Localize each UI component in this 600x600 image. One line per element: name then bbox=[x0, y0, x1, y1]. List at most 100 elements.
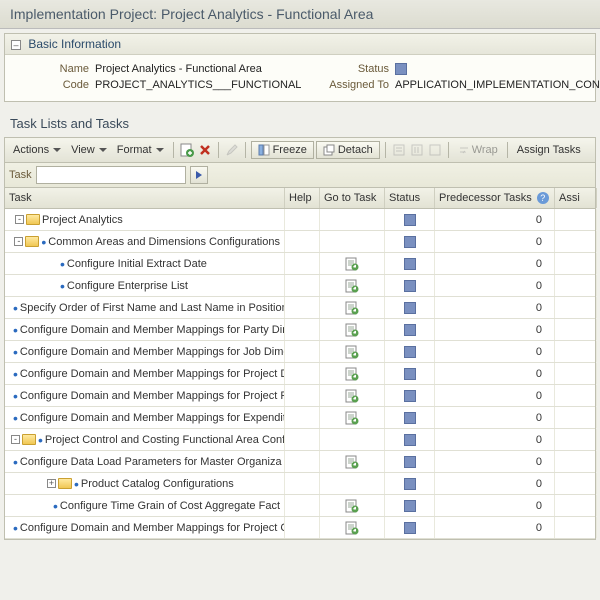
bullet-icon: • bbox=[13, 347, 18, 357]
task-cell: •Configure Domain and Member Mappings fo… bbox=[5, 385, 285, 406]
table-row[interactable]: •Specify Order of First Name and Last Na… bbox=[5, 297, 595, 319]
table-row[interactable]: •Configure Domain and Member Mappings fo… bbox=[5, 517, 595, 539]
goto-task-icon[interactable] bbox=[345, 301, 359, 315]
separator bbox=[173, 142, 174, 158]
assigned-cell bbox=[555, 341, 597, 362]
task-cell: •Configure Domain and Member Mappings fo… bbox=[5, 341, 285, 362]
col-assigned[interactable]: Assi bbox=[555, 188, 597, 208]
collapse-icon[interactable]: - bbox=[11, 435, 20, 444]
goto-task-icon[interactable] bbox=[345, 279, 359, 293]
goto-cell[interactable] bbox=[320, 275, 385, 296]
goto-cell[interactable] bbox=[320, 319, 385, 340]
goto-cell[interactable] bbox=[320, 451, 385, 472]
status-indicator-icon bbox=[404, 412, 416, 424]
goto-cell bbox=[320, 209, 385, 230]
goto-task-icon[interactable] bbox=[345, 345, 359, 359]
task-filter-input[interactable] bbox=[36, 166, 186, 184]
filter-go-button[interactable] bbox=[190, 166, 208, 184]
col-status[interactable]: Status bbox=[385, 188, 435, 208]
bullet-icon: • bbox=[41, 237, 46, 247]
col-help[interactable]: Help bbox=[285, 188, 320, 208]
table-row[interactable]: •Configure Domain and Member Mappings fo… bbox=[5, 319, 595, 341]
status-cell bbox=[385, 385, 435, 406]
goto-task-icon[interactable] bbox=[345, 499, 359, 513]
bullet-icon: • bbox=[13, 303, 18, 313]
goto-task-icon[interactable] bbox=[345, 411, 359, 425]
table-row[interactable]: +•Product Catalog Configurations0 bbox=[5, 473, 595, 495]
collapse-icon[interactable]: – bbox=[11, 40, 21, 50]
goto-task-icon[interactable] bbox=[345, 455, 359, 469]
assigned-cell bbox=[555, 253, 597, 274]
table-row[interactable]: •Configure Enterprise List0 bbox=[5, 275, 595, 297]
task-cell: -•Project Control and Costing Functional… bbox=[5, 429, 285, 450]
status-indicator-icon bbox=[404, 500, 416, 512]
task-label: Configure Domain and Member Mappings for… bbox=[20, 390, 285, 402]
task-label: Common Areas and Dimensions Configuratio… bbox=[48, 236, 280, 248]
goto-task-icon[interactable] bbox=[345, 521, 359, 535]
help-cell bbox=[285, 319, 320, 340]
expand-icon[interactable]: + bbox=[47, 479, 56, 488]
table-row[interactable]: -•Project Control and Costing Functional… bbox=[5, 429, 595, 451]
delete-icon[interactable] bbox=[197, 142, 213, 158]
table-row[interactable]: •Configure Initial Extract Date0 bbox=[5, 253, 595, 275]
separator bbox=[448, 142, 449, 158]
collapse-all-icon bbox=[409, 142, 425, 158]
expand-all-icon bbox=[391, 142, 407, 158]
basic-info-header[interactable]: – Basic Information bbox=[5, 34, 595, 55]
table-row[interactable]: •Configure Domain and Member Mappings fo… bbox=[5, 341, 595, 363]
table-row[interactable]: -Project Analytics0 bbox=[5, 209, 595, 231]
col-goto[interactable]: Go to Task bbox=[320, 188, 385, 208]
status-indicator-icon bbox=[404, 280, 416, 292]
goto-task-icon[interactable] bbox=[345, 323, 359, 337]
collapse-icon[interactable]: - bbox=[14, 237, 23, 246]
predecessor-cell: 0 bbox=[435, 429, 555, 450]
assigned-cell bbox=[555, 275, 597, 296]
table-row[interactable]: •Configure Time Grain of Cost Aggregate … bbox=[5, 495, 595, 517]
freeze-button[interactable]: Freeze bbox=[251, 141, 314, 159]
table-row[interactable]: •Configure Domain and Member Mappings fo… bbox=[5, 385, 595, 407]
goto-task-icon[interactable] bbox=[345, 367, 359, 381]
goto-cell[interactable] bbox=[320, 517, 385, 538]
goto-cell[interactable] bbox=[320, 385, 385, 406]
detach-button[interactable]: Detach bbox=[316, 141, 380, 159]
status-cell bbox=[385, 407, 435, 428]
help-icon[interactable]: ? bbox=[537, 192, 549, 204]
col-predecessor[interactable]: Predecessor Tasks ? bbox=[435, 188, 555, 208]
task-cell: -Project Analytics bbox=[5, 209, 285, 230]
goto-task-icon[interactable] bbox=[345, 257, 359, 271]
status-indicator-icon bbox=[404, 522, 416, 534]
assign-tasks-button[interactable]: Assign Tasks bbox=[513, 142, 585, 158]
goto-cell[interactable] bbox=[320, 341, 385, 362]
goto-cell bbox=[320, 429, 385, 450]
table-row[interactable]: - •Common Areas and Dimensions Configurat… bbox=[5, 231, 595, 253]
separator bbox=[218, 142, 219, 158]
status-indicator-icon bbox=[404, 214, 416, 226]
table-row[interactable]: •Configure Domain and Member Mappings fo… bbox=[5, 363, 595, 385]
goto-cell[interactable] bbox=[320, 253, 385, 274]
predecessor-cell: 0 bbox=[435, 363, 555, 384]
grid-header: Task Help Go to Task Status Predecessor … bbox=[5, 187, 595, 209]
task-label: Project Control and Costing Functional A… bbox=[45, 434, 285, 446]
predecessor-cell: 0 bbox=[435, 319, 555, 340]
table-row[interactable]: •Configure Data Load Parameters for Mast… bbox=[5, 451, 595, 473]
goto-cell[interactable] bbox=[320, 297, 385, 318]
goto-cell[interactable] bbox=[320, 495, 385, 516]
page-title: Implementation Project: Project Analytic… bbox=[0, 0, 600, 29]
col-task[interactable]: Task bbox=[5, 188, 285, 208]
goto-cell[interactable] bbox=[320, 363, 385, 384]
help-cell bbox=[285, 517, 320, 538]
assigned-label: Assigned To bbox=[315, 79, 395, 91]
collapse-icon[interactable]: - bbox=[15, 215, 24, 224]
assigned-cell bbox=[555, 363, 597, 384]
actions-menu[interactable]: Actions bbox=[9, 142, 65, 158]
format-menu[interactable]: Format bbox=[113, 142, 168, 158]
help-cell bbox=[285, 451, 320, 472]
view-menu[interactable]: View bbox=[67, 142, 111, 158]
task-cell: •Configure Data Load Parameters for Mast… bbox=[5, 451, 285, 472]
task-cell: •Configure Initial Extract Date bbox=[5, 253, 285, 274]
goto-task-icon[interactable] bbox=[345, 389, 359, 403]
add-icon[interactable] bbox=[179, 142, 195, 158]
assigned-cell bbox=[555, 495, 597, 516]
goto-cell[interactable] bbox=[320, 407, 385, 428]
table-row[interactable]: •Configure Domain and Member Mappings fo… bbox=[5, 407, 595, 429]
